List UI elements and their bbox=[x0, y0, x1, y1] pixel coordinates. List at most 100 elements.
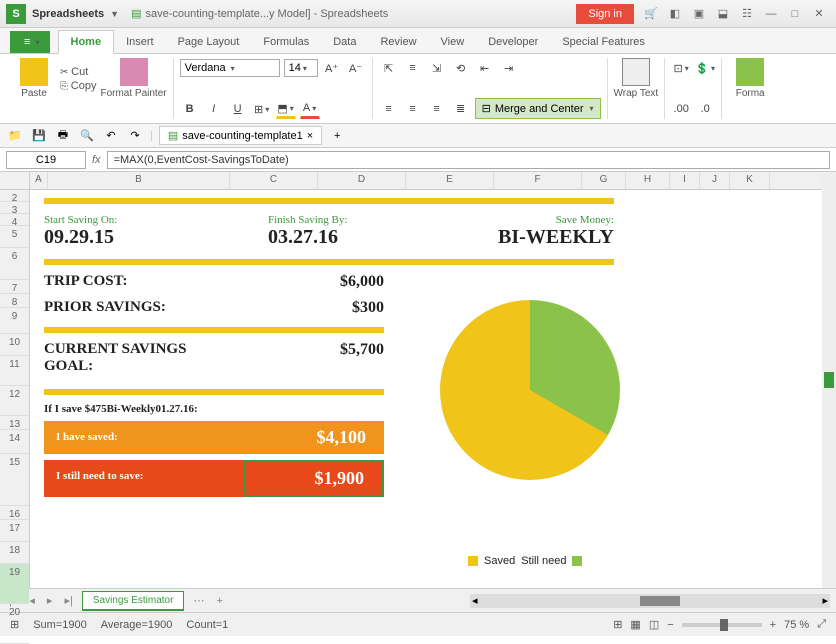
app-dropdown-icon[interactable]: ▼ bbox=[110, 9, 119, 19]
cut-button[interactable]: ✂ Cut bbox=[60, 66, 96, 78]
row-header[interactable]: 12 bbox=[0, 386, 29, 416]
vertical-scrollbar[interactable] bbox=[822, 172, 836, 588]
font-name-select[interactable]: Verdana ▾ bbox=[180, 59, 280, 77]
decrease-font-icon[interactable]: A⁻ bbox=[346, 58, 366, 78]
indent-inc-icon[interactable]: ⇥ bbox=[499, 58, 519, 78]
row-header[interactable]: 17 bbox=[0, 520, 29, 542]
format-painter-button[interactable]: Format Painter bbox=[100, 58, 166, 99]
col-header[interactable]: I bbox=[670, 172, 700, 189]
name-box[interactable]: C19 bbox=[6, 151, 86, 169]
zoom-value[interactable]: 75 % bbox=[784, 619, 809, 631]
scroll-left-icon[interactable]: ◂ bbox=[472, 594, 478, 607]
print-icon[interactable]: 🖶 bbox=[54, 127, 72, 145]
border-button[interactable]: ⊞▾ bbox=[252, 99, 272, 119]
save-icon[interactable]: 💾 bbox=[30, 127, 48, 145]
row-header[interactable]: 20 bbox=[0, 604, 29, 644]
sheet-menu-icon[interactable]: ⋯ bbox=[190, 594, 207, 607]
redo-icon[interactable]: ↷ bbox=[126, 127, 144, 145]
fx-icon[interactable]: fx bbox=[92, 154, 101, 166]
tab-insert[interactable]: Insert bbox=[114, 31, 166, 53]
row-header[interactable]: 16 bbox=[0, 506, 29, 520]
maximize-button[interactable]: □ bbox=[784, 3, 806, 25]
tool1-icon[interactable]: ◧ bbox=[664, 3, 686, 25]
italic-button[interactable]: I bbox=[204, 99, 224, 119]
horizontal-scrollbar[interactable]: ◂ ▸ bbox=[470, 594, 830, 608]
view-break-icon[interactable]: ◫ bbox=[649, 618, 659, 631]
add-tab-icon[interactable]: + bbox=[328, 127, 346, 145]
tab-data[interactable]: Data bbox=[321, 31, 368, 53]
undo-icon[interactable]: ↶ bbox=[102, 127, 120, 145]
align-right-icon[interactable]: ≡ bbox=[427, 99, 447, 119]
need-row-selected[interactable]: I still need to save: $1,900 bbox=[44, 460, 384, 497]
font-size-select[interactable]: 14▾ bbox=[284, 59, 318, 77]
decrease-decimal-icon[interactable]: .0 bbox=[695, 99, 715, 119]
scroll-right-icon[interactable]: ▸ bbox=[822, 594, 828, 607]
tab-formulas[interactable]: Formulas bbox=[251, 31, 321, 53]
preview-icon[interactable]: 🔍 bbox=[78, 127, 96, 145]
tab-view[interactable]: View bbox=[429, 31, 477, 53]
align-bottom-icon[interactable]: ⇲ bbox=[427, 58, 447, 78]
minimize-button[interactable]: — bbox=[760, 3, 782, 25]
col-header[interactable]: G bbox=[582, 172, 626, 189]
scroll-thumb[interactable] bbox=[824, 372, 834, 388]
increase-decimal-icon[interactable]: .00 bbox=[671, 99, 691, 119]
orientation-icon[interactable]: ⟲ bbox=[451, 58, 471, 78]
row-header[interactable]: 19 bbox=[0, 564, 29, 604]
format-button[interactable]: Forma bbox=[728, 58, 772, 99]
cart-icon[interactable]: 🛒 bbox=[640, 3, 662, 25]
copy-button[interactable]: ⎘ Copy bbox=[60, 80, 96, 92]
align-justify-icon[interactable]: ≣ bbox=[451, 99, 471, 119]
document-tab[interactable]: ▤ save-counting-template1 × bbox=[159, 126, 322, 145]
last-sheet-icon[interactable]: ▸| bbox=[61, 594, 75, 607]
next-sheet-icon[interactable]: ▸ bbox=[44, 594, 56, 607]
wrap-text-button[interactable]: Wrap Text bbox=[614, 58, 659, 99]
col-header[interactable]: H bbox=[626, 172, 670, 189]
row-header[interactable]: 13 bbox=[0, 416, 29, 430]
hscroll-thumb[interactable] bbox=[640, 596, 680, 606]
col-header[interactable]: A bbox=[30, 172, 48, 189]
sign-in-button[interactable]: Sign in bbox=[576, 4, 634, 24]
cell-grid[interactable]: Start Saving On:09.29.15 Finish Saving B… bbox=[30, 190, 822, 588]
zoom-thumb[interactable] bbox=[720, 619, 728, 631]
col-header[interactable]: E bbox=[406, 172, 494, 189]
increase-font-icon[interactable]: A⁺ bbox=[322, 58, 342, 78]
col-header[interactable]: K bbox=[730, 172, 770, 189]
fill-color-button[interactable]: ⬒▾ bbox=[276, 99, 296, 119]
align-top-icon[interactable]: ⇱ bbox=[379, 58, 399, 78]
row-header[interactable]: 7 bbox=[0, 280, 29, 294]
pie-chart[interactable] bbox=[440, 300, 620, 480]
row-header[interactable]: 6 bbox=[0, 248, 29, 280]
row-header[interactable]: 15 bbox=[0, 454, 29, 506]
indent-dec-icon[interactable]: ⇤ bbox=[475, 58, 495, 78]
align-middle-icon[interactable]: ≡ bbox=[403, 58, 423, 78]
align-left-icon[interactable]: ≡ bbox=[379, 99, 399, 119]
close-button[interactable]: ✕ bbox=[808, 3, 830, 25]
font-color-button[interactable]: A▾ bbox=[300, 99, 320, 119]
tab-page-layout[interactable]: Page Layout bbox=[166, 31, 252, 53]
col-header[interactable]: J bbox=[700, 172, 730, 189]
col-header[interactable]: D bbox=[318, 172, 406, 189]
tab-developer[interactable]: Developer bbox=[476, 31, 550, 53]
tool4-icon[interactable]: ☷ bbox=[736, 3, 758, 25]
row-header[interactable]: 8 bbox=[0, 294, 29, 308]
row-header[interactable]: 11 bbox=[0, 356, 29, 386]
select-all-corner[interactable] bbox=[0, 172, 30, 190]
file-menu[interactable]: ≡ ▾ bbox=[10, 31, 50, 53]
view-normal-icon[interactable]: ⊞ bbox=[613, 618, 622, 631]
row-header[interactable]: 2 bbox=[0, 190, 29, 202]
row-header[interactable]: 5 bbox=[0, 226, 29, 248]
doc-tab-close-icon[interactable]: × bbox=[307, 130, 313, 142]
add-sheet-icon[interactable]: + bbox=[213, 595, 225, 607]
tool3-icon[interactable]: ⬓ bbox=[712, 3, 734, 25]
tab-special[interactable]: Special Features bbox=[550, 31, 657, 53]
sheet-tab-active[interactable]: Savings Estimator bbox=[82, 591, 185, 611]
zoom-in-icon[interactable]: + bbox=[770, 619, 776, 631]
currency-icon[interactable]: 💲▾ bbox=[695, 58, 715, 78]
row-header[interactable]: 18 bbox=[0, 542, 29, 564]
row-header[interactable]: 9 bbox=[0, 308, 29, 334]
tool2-icon[interactable]: ▣ bbox=[688, 3, 710, 25]
zoom-slider[interactable] bbox=[682, 623, 762, 627]
col-header[interactable]: B bbox=[48, 172, 230, 189]
view-layout-icon[interactable]: ▦ bbox=[630, 618, 640, 631]
col-header[interactable]: F bbox=[494, 172, 582, 189]
